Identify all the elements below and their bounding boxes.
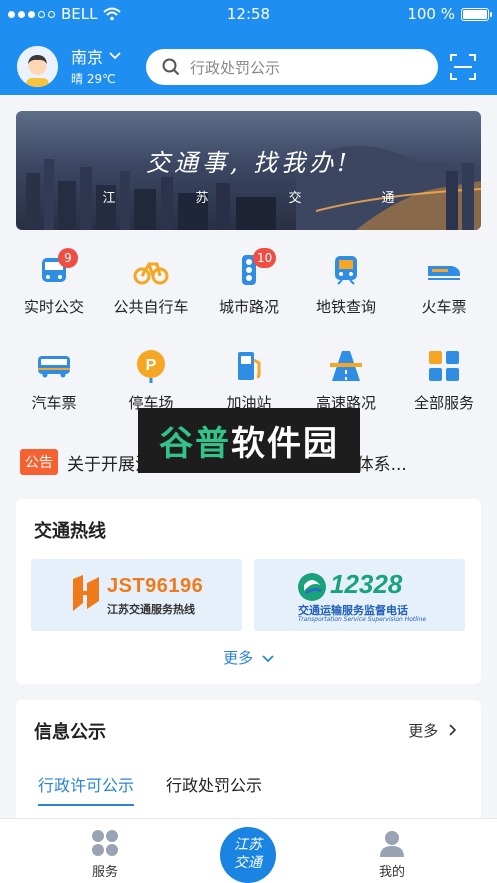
service-all[interactable]: 全部服务 (399, 348, 489, 413)
hotline2-caption-en: Transportation Service Supervision Hotli… (298, 616, 427, 623)
service-highway[interactable]: 高速路况 (301, 348, 391, 413)
service-coach-ticket[interactable]: 汽车票 (9, 348, 99, 413)
status-right: 100 % (407, 5, 492, 23)
nav-center-line2: 交通 (234, 855, 262, 871)
bicycle-icon (133, 262, 169, 285)
service-gas-station[interactable]: 加油站 (204, 348, 294, 413)
tab-admin-license[interactable]: 行政许可公示 (38, 772, 135, 806)
all-services-icon (429, 351, 459, 381)
nav-services[interactable]: 服务 (65, 829, 145, 880)
search-placeholder: 行政处罚公示 (190, 58, 281, 77)
service-metro[interactable]: 地铁查询 (301, 252, 391, 317)
hotline-jst96196[interactable]: JST96196 江苏交通服务热线 (31, 559, 242, 631)
more-label: 更多 (408, 722, 439, 740)
nav-center-line1: 江苏 (234, 837, 262, 853)
user-avatar-icon (17, 46, 58, 87)
coach-bus-icon (38, 356, 70, 378)
more-label: 更多 (223, 649, 254, 667)
banner-subtitle-char: 江 (102, 191, 116, 206)
gas-pump-icon (238, 352, 261, 380)
tab-admin-penalty[interactable]: 行政处罚公示 (166, 772, 262, 806)
service-city-traffic[interactable]: 10 城市路况 (204, 248, 294, 317)
battery-icon (461, 7, 492, 21)
watermark-text: 谷普 (159, 424, 231, 464)
service-public-bike[interactable]: 公共自行车 (106, 252, 196, 317)
city-selector[interactable]: 南京 (71, 44, 121, 68)
nav-home-logo[interactable]: 江苏 交通 (220, 827, 276, 883)
hotline-12328[interactable]: 12328 交通运输服务监督电话 Transportation Service … (254, 559, 465, 631)
highway-icon (330, 351, 362, 381)
svg-text:P: P (146, 357, 157, 374)
bottom-nav: 服务 江苏 交通 我的 (0, 818, 497, 883)
banner-subtitle-char: 通 (381, 191, 395, 206)
hotline-card: 交通热线 JST96196 江苏交通服务热线 12328 交通运输服务监督电话 … (16, 499, 481, 684)
scan-icon[interactable] (450, 54, 476, 80)
watermark-text: 软件园 (231, 424, 339, 464)
badge-count: 9 (58, 248, 78, 268)
search-icon (162, 58, 180, 76)
service-label: 火车票 (421, 298, 467, 316)
chevron-down-icon (109, 52, 121, 60)
service-label: 全部服务 (413, 394, 474, 412)
service-realtime-bus[interactable]: 9 实时公交 (9, 248, 99, 317)
header: BELL 12:58 100 % 南京 晴 29℃ 行政处罚公示 (0, 0, 497, 95)
nav-mine[interactable]: 我的 (352, 829, 432, 880)
service-train-ticket[interactable]: 火车票 (399, 252, 489, 317)
service-label: 地铁查询 (315, 298, 376, 316)
jst-logo-icon (73, 575, 99, 611)
banner[interactable]: 交通事, 找我办! 江 苏 交 通 (16, 111, 481, 230)
services-grid-icon (92, 830, 118, 856)
parking-icon: P (137, 350, 165, 383)
service-label: 实时公交 (23, 298, 84, 316)
info-title: 信息公示 (34, 722, 106, 743)
chevron-right-icon (449, 724, 457, 736)
search-input[interactable]: 行政处罚公示 (146, 49, 438, 85)
nav-label: 服务 (91, 865, 118, 880)
hotline-more-button[interactable]: 更多 (16, 647, 481, 668)
metro-icon (335, 256, 357, 285)
notice-tag: 公告 (20, 449, 58, 475)
weather-label: 晴 29℃ (71, 72, 116, 86)
train-icon (428, 266, 460, 280)
user-icon (380, 831, 404, 857)
service-label: 公共自行车 (113, 298, 189, 316)
avatar[interactable] (17, 46, 58, 87)
info-card: 信息公示 更多 行政许可公示 行政处罚公示 (16, 700, 481, 830)
chevron-down-icon (262, 655, 274, 663)
battery-label: 100 % (407, 5, 455, 23)
info-tabs: 行政许可公示 行政处罚公示 (38, 772, 262, 806)
hotline1-caption: 江苏交通服务热线 (107, 603, 195, 616)
hotline-title: 交通热线 (34, 521, 106, 542)
banner-title: 交通事, 找我办! (146, 149, 351, 177)
service-parking[interactable]: P 停车场 (106, 348, 196, 413)
banner-subtitle-char: 交 (288, 191, 302, 206)
hotline2-number: 12328 (330, 569, 403, 599)
status-bar: BELL 12:58 100 % (0, 0, 497, 28)
service-label: 城市路况 (218, 298, 279, 316)
hotline1-number: JST96196 (107, 575, 204, 597)
watermark-logo: 谷普 软件园 (138, 408, 360, 473)
hotline-12328-logo-icon (298, 573, 326, 601)
city-label: 南京 (71, 48, 104, 67)
service-label: 汽车票 (31, 394, 77, 412)
info-more-button[interactable]: 更多 (408, 720, 457, 741)
banner-subtitle-char: 苏 (195, 191, 209, 206)
nav-label: 我的 (378, 865, 405, 880)
badge-count: 10 (253, 248, 277, 268)
banner-subtitle: 江 苏 交 通 (16, 187, 481, 206)
